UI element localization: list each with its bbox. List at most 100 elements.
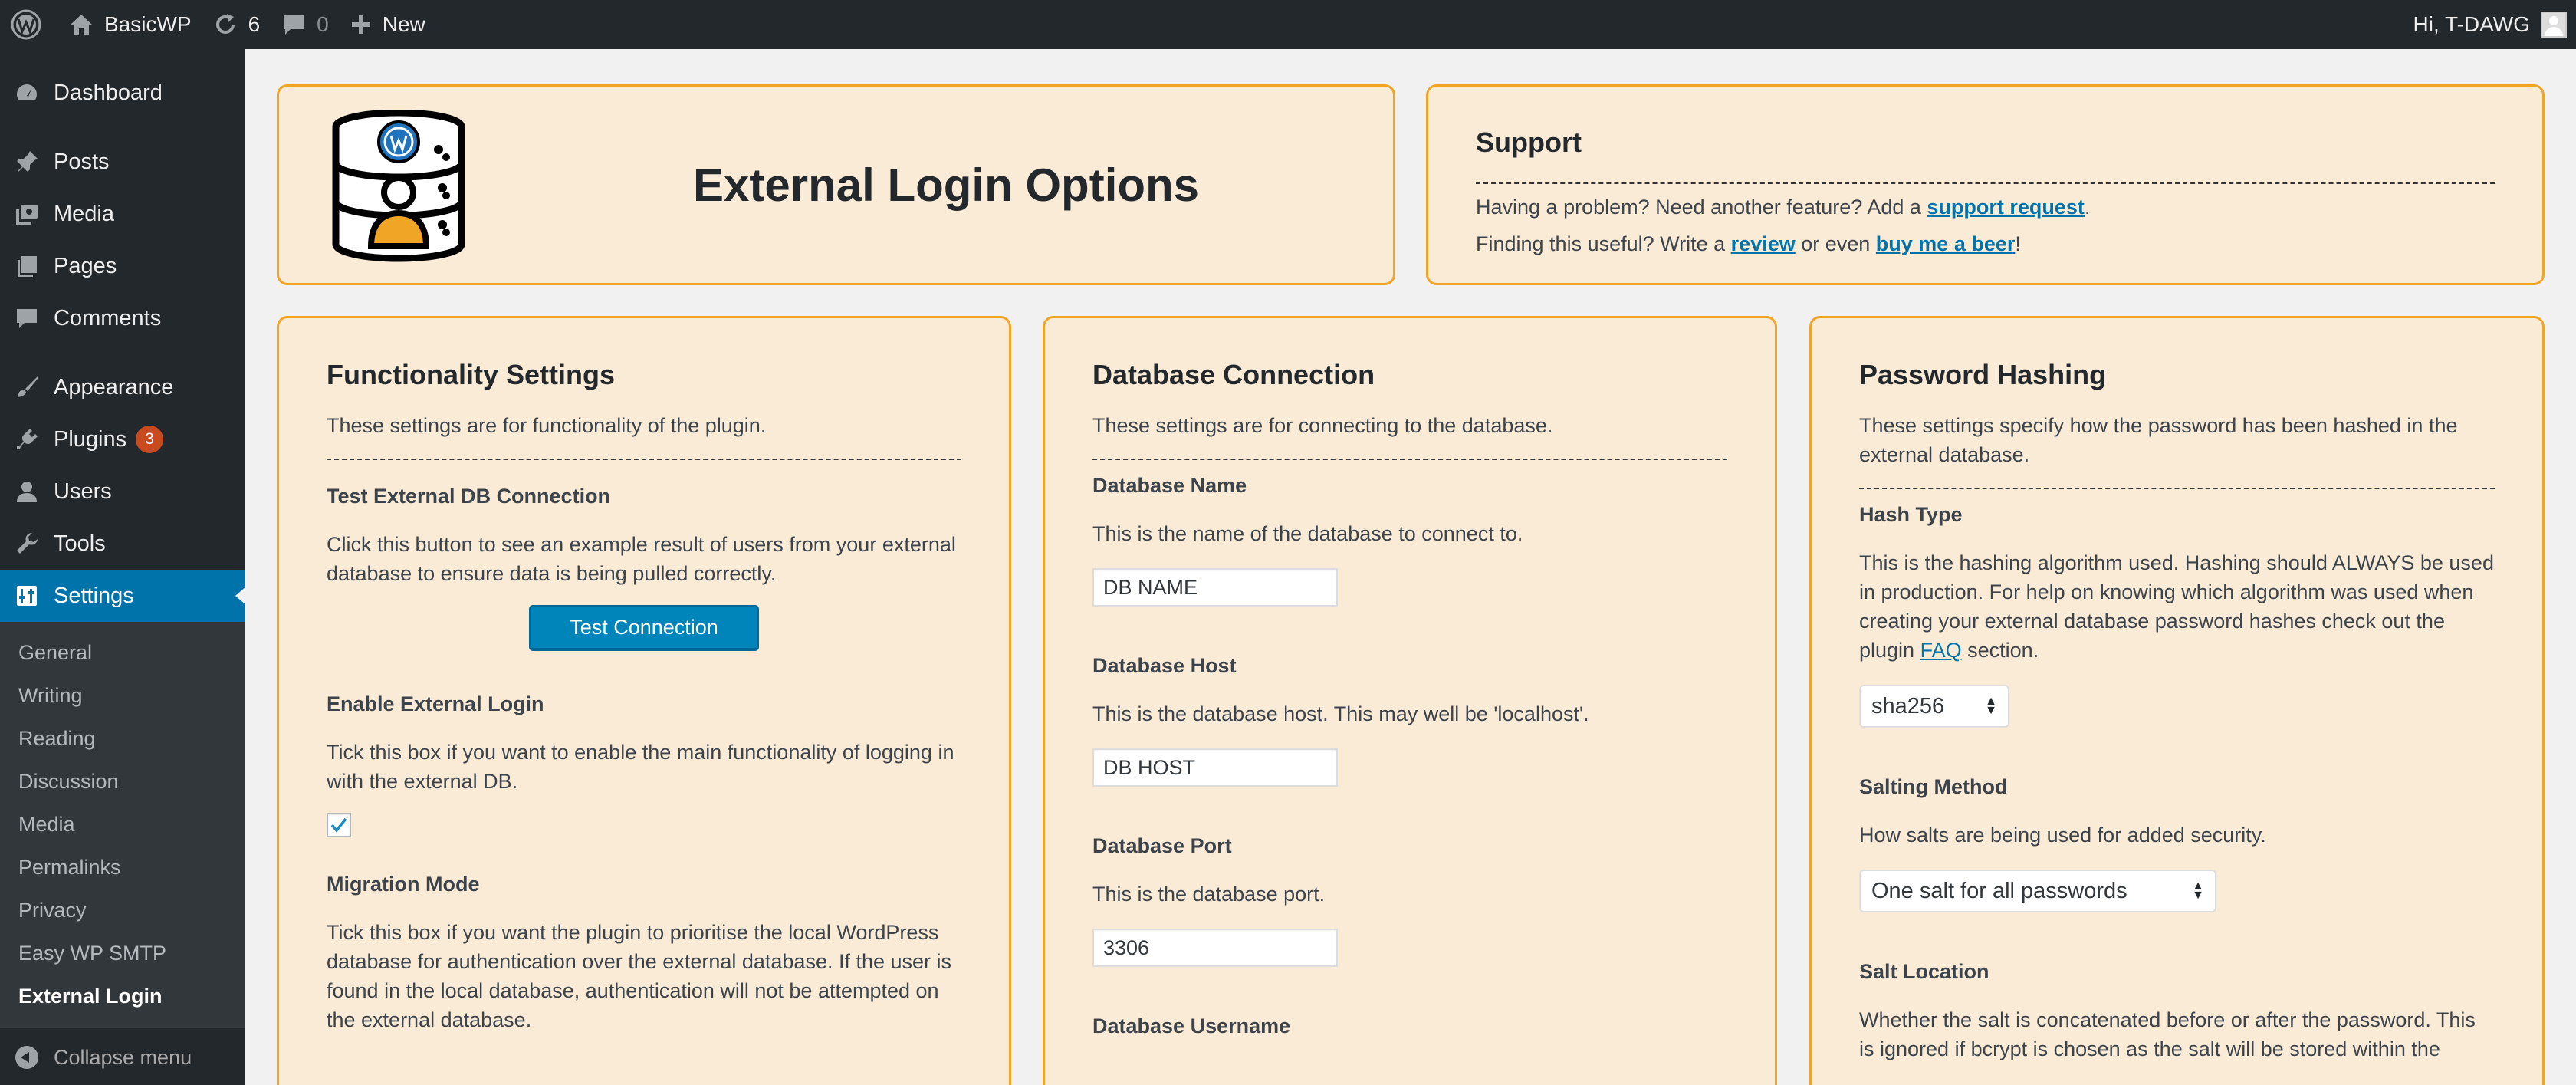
hash-type-selected-value: sha256 [1871, 693, 1945, 718]
test-connection-description: Click this button to see an example resu… [327, 533, 956, 585]
salt-location-description: Whether the salt is concatenated before … [1859, 1008, 2476, 1060]
migration-mode-heading: Migration Mode [327, 873, 480, 896]
select-arrows-icon: ▲ ▼ [2192, 880, 2204, 902]
avatar [2541, 12, 2567, 38]
sidebar-item-media[interactable]: Media [0, 188, 245, 240]
database-host-input[interactable] [1092, 748, 1338, 787]
hash-type-heading: Hash Type [1859, 503, 1963, 526]
sidebar-item-appearance[interactable]: Appearance [0, 361, 245, 413]
enable-external-login-heading: Enable External Login [327, 692, 544, 715]
database-host-description: This is the database host. This may well… [1092, 702, 1589, 725]
database-name-heading: Database Name [1092, 474, 1247, 497]
enable-external-login-checkbox[interactable] [327, 813, 351, 837]
database-name-input[interactable] [1092, 568, 1338, 607]
support-divider [1476, 182, 2495, 184]
submenu-permalinks[interactable]: Permalinks [0, 846, 245, 889]
greeting: Hi, T-DAWG [2413, 12, 2530, 36]
support-line-1: Having a problem? Need another feature? … [1476, 192, 2090, 222]
site-name: BasicWP [104, 12, 192, 36]
test-connection-button[interactable]: Test Connection [529, 605, 759, 649]
sidebar-item-posts[interactable]: Posts [0, 136, 245, 188]
database-connection-panel: Database Connection These settings are f… [1043, 316, 1777, 1085]
salting-method-description: How salts are being used for added secur… [1859, 824, 2266, 847]
wordpress-logo-icon[interactable] [0, 0, 58, 49]
migration-mode-description: Tick this box if you want the plugin to … [327, 921, 952, 1031]
brush-icon [14, 374, 40, 400]
database-host-heading: Database Host [1092, 654, 1237, 677]
hash-type-description-suffix: section. [1961, 639, 2039, 662]
test-connection-heading: Test External DB Connection [327, 485, 611, 508]
submenu-discussion[interactable]: Discussion [0, 760, 245, 803]
buy-me-a-beer-link[interactable]: buy me a beer [1876, 232, 2016, 255]
database-name-description: This is the name of the database to conn… [1092, 522, 1523, 545]
submenu-external-login[interactable]: External Login [0, 975, 245, 1018]
sidebar-item-label: Posts [54, 149, 110, 174]
sidebar-item-label: Comments [54, 305, 162, 330]
support-title: Support [1476, 127, 1582, 158]
user-icon [14, 478, 40, 505]
sidebar-item-settings[interactable]: Settings [0, 570, 246, 622]
media-icon [14, 201, 40, 227]
submenu-general[interactable]: General [0, 631, 245, 674]
salting-method-heading: Salting Method [1859, 775, 2008, 798]
dashboard-icon [14, 80, 40, 106]
support-line-2-prefix: Finding this useful? Write a [1476, 232, 1731, 255]
salt-location-heading: Salt Location [1859, 960, 1990, 983]
comments-link[interactable]: 0 [271, 0, 340, 49]
hash-type-description: This is the hashing algorithm used. Hash… [1859, 548, 2495, 665]
support-line-2: Finding this useful? Write a review or e… [1476, 229, 2021, 258]
submenu-easy-wp-smtp[interactable]: Easy WP SMTP [0, 932, 245, 975]
sidebar-item-label: Plugins [54, 426, 127, 452]
comment-icon [14, 305, 40, 331]
submenu-writing[interactable]: Writing [0, 674, 245, 717]
salting-method-select[interactable]: One salt for all passwords ▲ ▼ [1859, 870, 2216, 912]
faq-link[interactable]: FAQ [1921, 639, 1962, 662]
sidebar-item-label: Users [54, 478, 112, 504]
sidebar-item-comments[interactable]: Comments [0, 292, 245, 344]
database-divider [1092, 459, 1727, 460]
submenu-reading[interactable]: Reading [0, 717, 245, 760]
wrench-icon [14, 531, 40, 557]
site-name-link[interactable]: BasicWP [58, 0, 202, 49]
support-line-1-prefix: Having a problem? Need another feature? … [1476, 196, 1927, 219]
collapse-menu-button[interactable]: Collapse menu [0, 1031, 245, 1083]
database-username-heading: Database Username [1092, 1014, 1291, 1037]
sidebar-item-plugins[interactable]: Plugins 3 [0, 413, 245, 465]
submenu-privacy[interactable]: Privacy [0, 889, 245, 932]
hashing-intro: These settings specify how the password … [1859, 414, 2458, 466]
functionality-settings-panel: Functionality Settings These settings ar… [277, 316, 1011, 1085]
pages-icon [14, 253, 40, 279]
submenu-media[interactable]: Media [0, 803, 245, 846]
database-port-input[interactable] [1092, 929, 1338, 967]
plugins-update-badge: 3 [136, 426, 164, 453]
collapse-arrow-icon [15, 1046, 38, 1069]
sidebar-item-label: Settings [54, 583, 134, 608]
my-account-link[interactable]: Hi, T-DAWG [2403, 0, 2576, 49]
review-link[interactable]: review [1731, 232, 1796, 255]
sidebar-item-dashboard[interactable]: Dashboard [0, 67, 245, 119]
page-title: External Login Options [693, 159, 1200, 211]
database-title: Database Connection [1092, 359, 1375, 390]
updates-link[interactable]: 6 [202, 0, 271, 49]
pin-icon [14, 149, 40, 175]
database-port-heading: Database Port [1092, 834, 1232, 857]
sidebar-item-tools[interactable]: Tools [0, 518, 245, 570]
sidebar-item-users[interactable]: Users [0, 465, 245, 518]
enable-external-login-description: Tick this box if you want to enable the … [327, 741, 955, 793]
comments-count: 0 [317, 12, 329, 36]
new-content-link[interactable]: New [340, 0, 436, 49]
checkmark-icon [330, 817, 347, 833]
hash-type-select[interactable]: sha256 ▲ ▼ [1859, 685, 2009, 728]
support-request-link[interactable]: support request [1927, 196, 2085, 219]
functionality-intro: These settings are for functionality of … [327, 414, 767, 437]
plus-icon [351, 15, 370, 34]
hashing-divider [1859, 488, 2495, 489]
sidebar-item-pages[interactable]: Pages [0, 240, 245, 292]
admin-sidebar: Dashboard Posts Media Pages Comments App… [0, 49, 246, 1085]
updates-count: 6 [248, 12, 261, 36]
new-label: New [382, 12, 426, 36]
support-panel: Support Having a problem? Need another f… [1426, 84, 2545, 285]
sidebar-item-label: Tools [54, 531, 106, 556]
database-user-logo-icon [331, 109, 469, 267]
settings-submenu: General Writing Reading Discussion Media… [0, 622, 245, 1028]
